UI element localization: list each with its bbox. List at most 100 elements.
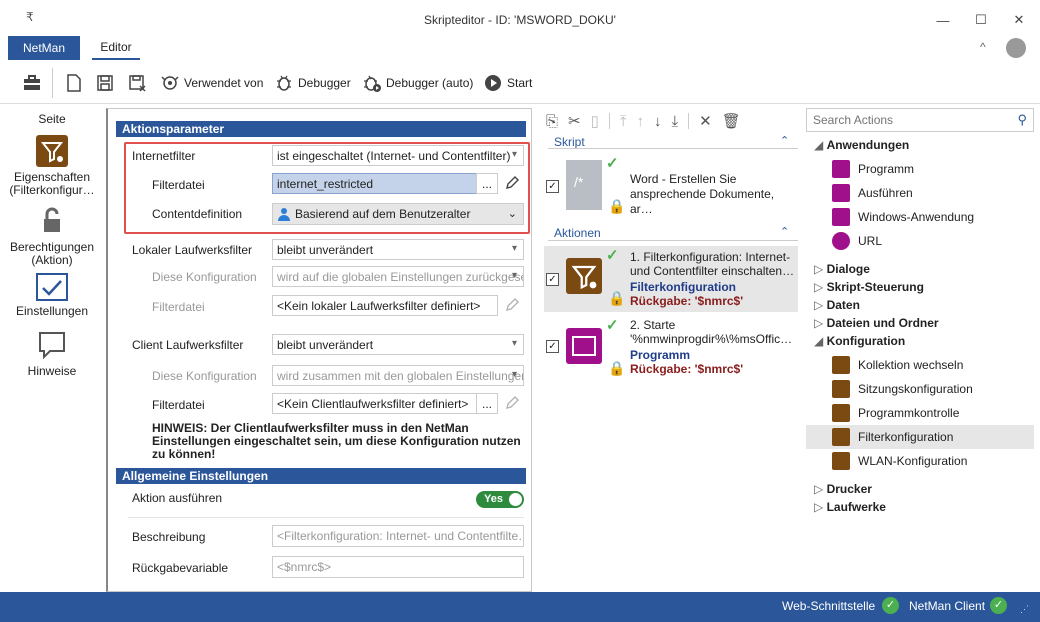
description-value: <Filterkonfiguration: Internet- und Cont… <box>277 529 524 543</box>
filter-gear-icon <box>832 428 850 446</box>
collapse-icon[interactable]: ⌃ <box>780 225 789 238</box>
aktionen-header: Aktionen <box>554 226 601 240</box>
paste-icon[interactable]: ▯ <box>591 112 599 130</box>
action-url[interactable]: URL <box>832 232 882 250</box>
collapse-icon[interactable]: ⌃ <box>780 134 789 147</box>
new-button[interactable] <box>64 62 84 104</box>
group-konfiguration[interactable]: ◢ Konfiguration <box>814 334 905 348</box>
action-label: Windows-Anwendung <box>858 210 975 224</box>
nav-item-settings[interactable]: Einstellungen <box>0 273 104 318</box>
group-label: Skript-Steuerung <box>826 280 924 294</box>
action-programmkontrolle[interactable]: Programmkontrolle <box>832 404 959 422</box>
action-label: WLAN-Konfiguration <box>858 454 968 468</box>
group-laufwerke[interactable]: ▷ Laufwerke <box>814 500 886 514</box>
group-label: Dialoge <box>826 262 870 276</box>
ribbon-tabs: NetMan Editor ^ <box>0 36 1040 60</box>
maximize-button[interactable]: ☐ <box>966 8 996 32</box>
action-sitzungskonfiguration[interactable]: Sitzungskonfiguration <box>832 380 973 398</box>
action-filterkonfiguration[interactable]: Filterkonfiguration <box>832 428 953 446</box>
client-file-label: Filterdatei <box>152 398 205 412</box>
action-kollektion-wechseln[interactable]: Kollektion wechseln <box>832 356 963 374</box>
client-config-select[interactable]: wird zusammen mit den globalen Einstellu… <box>272 365 524 386</box>
cut-icon[interactable]: ✂ <box>568 112 581 130</box>
action1-checkbox[interactable]: ✓ <box>546 273 559 286</box>
word-checkbox[interactable]: ✓ <box>546 180 559 193</box>
save-close-button[interactable] <box>127 62 147 104</box>
debugger-button[interactable]: Debugger <box>274 62 351 104</box>
return-variable-value: <$nmrc$> <box>277 560 332 574</box>
action-programm[interactable]: Programm <box>832 160 914 178</box>
nav-item-properties[interactable]: Eigenschaften (Filterkonfigur… <box>0 135 104 197</box>
client-file-input[interactable]: <Kein Clientlaufwerksfilter definiert> <box>272 393 498 414</box>
action-ausfuehren[interactable]: Ausführen <box>832 184 913 202</box>
client-filter-select[interactable]: bleibt unverändert <box>272 334 524 355</box>
save-icon <box>97 75 113 91</box>
group-skript-steuerung[interactable]: ▷ Skript-Steuerung <box>814 280 924 294</box>
search-icon[interactable]: ⚲ <box>1017 112 1027 128</box>
local-config-select[interactable]: wird auf die globalen Einstellungen zurü… <box>272 266 524 287</box>
start-button[interactable]: Start <box>483 62 532 104</box>
section-general-settings: Allgemeine Einstellungen <box>116 468 526 484</box>
move-down-icon[interactable]: ↓ <box>654 113 662 130</box>
pencil-icon[interactable] <box>504 297 520 316</box>
action-windows-anwendung[interactable]: Windows-Anwendung <box>832 208 974 226</box>
status-bar: Web-Schnittstelle ✓ NetMan Client ✓ ⋰ <box>0 592 1040 622</box>
group-dialoge[interactable]: ▷ Dialoge <box>814 262 870 276</box>
used-by-icon <box>161 76 179 90</box>
copy-icon[interactable]: ⎘ <box>546 113 558 130</box>
group-daten[interactable]: ▷ Daten <box>814 298 860 312</box>
minimize-button[interactable]: — <box>928 8 958 32</box>
local-filter-select[interactable]: bleibt unverändert <box>272 239 524 260</box>
execute-toggle[interactable]: Yes <box>476 491 524 508</box>
move-up-icon[interactable]: ↑ <box>637 113 645 130</box>
group-dateien-ordner[interactable]: ▷ Dateien und Ordner <box>814 316 939 330</box>
client-file-value: <Kein Clientlaufwerksfilter definiert> <box>277 396 469 411</box>
toolbox-button[interactable] <box>22 62 42 104</box>
web-interface-status: Web-Schnittstelle <box>782 599 876 613</box>
group-anwendungen[interactable]: ◢ Anwendungen <box>814 138 909 152</box>
description-input[interactable]: <Filterkonfiguration: Internet- und Cont… <box>272 525 524 547</box>
move-top-icon[interactable]: ⤒ <box>620 113 627 130</box>
search-actions-box[interactable]: ⚲ <box>806 108 1034 132</box>
group-label: Drucker <box>826 482 872 496</box>
collection-icon <box>832 356 850 374</box>
tab-editor[interactable]: Editor <box>92 36 140 60</box>
toolbar: Verwendet von Debugger Debugger (auto) S… <box>0 62 1040 104</box>
action-wlan-konfiguration[interactable]: WLAN-Konfiguration <box>832 452 967 470</box>
return-variable-input[interactable]: <$nmrc$> <box>272 556 524 578</box>
pencil-icon[interactable] <box>504 395 520 414</box>
move-bottom-icon[interactable]: ⤓ <box>672 113 679 130</box>
user-avatar[interactable] <box>1006 38 1026 58</box>
new-document-icon <box>67 74 81 92</box>
local-file-input[interactable]: <Kein lokaler Laufwerksfilter definiert> <box>272 295 498 316</box>
nav-item-permissions[interactable]: Berechtigungen (Aktion) <box>0 205 104 267</box>
local-config-label: Diese Konfiguration <box>152 270 257 284</box>
toolbox-icon <box>24 75 40 90</box>
collapse-ribbon-icon[interactable]: ^ <box>980 40 986 54</box>
save-close-icon <box>129 75 146 92</box>
status-ok-icon: ✓ <box>990 597 1007 614</box>
speech-bubble-icon <box>36 329 68 361</box>
used-by-button[interactable]: Verwendet von <box>160 62 263 104</box>
client-file-browse-button[interactable]: ... <box>476 393 498 414</box>
debugger-auto-button[interactable]: Debugger (auto) <box>362 62 473 104</box>
highlight-box <box>124 142 530 234</box>
resize-grip-icon[interactable]: ⋰ <box>1020 604 1029 615</box>
save-button[interactable] <box>95 62 115 104</box>
trash-icon[interactable]: 🗑 <box>722 112 741 130</box>
nav-item-hints[interactable]: Hinweise <box>0 329 104 378</box>
tab-netman[interactable]: NetMan <box>8 36 80 60</box>
netman-client-status: NetMan Client <box>909 599 986 613</box>
lock-icon <box>36 205 68 237</box>
search-input[interactable] <box>813 113 1003 127</box>
description-label: Beschreibung <box>132 530 206 544</box>
nav-item-label: Einstellungen <box>15 304 89 318</box>
action2-type: Programm <box>630 348 691 362</box>
collapse-arrow-icon: ◢ <box>814 138 827 152</box>
delete-icon[interactable]: ✕ <box>699 112 712 130</box>
group-drucker[interactable]: ▷ Drucker <box>814 482 872 496</box>
close-button[interactable]: ✕ <box>1004 8 1034 32</box>
expand-arrow-icon: ▷ <box>814 500 827 514</box>
lock-icon: 🔒 <box>608 198 626 214</box>
action2-checkbox[interactable]: ✓ <box>546 340 559 353</box>
